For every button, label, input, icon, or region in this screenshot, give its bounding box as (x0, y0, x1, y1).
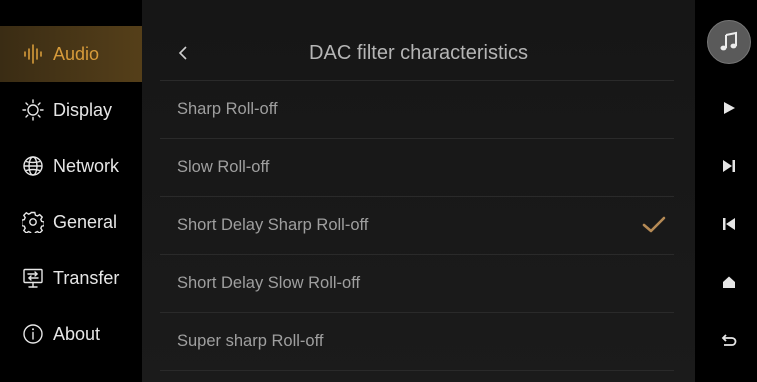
option-super-sharp-roll-off[interactable]: Super sharp Roll-off (160, 313, 674, 370)
settings-sidebar: Audio Display Network General Transfer A… (0, 0, 142, 382)
option-label: Sharp Roll-off (177, 100, 278, 118)
sidebar-item-transfer[interactable]: Transfer (0, 250, 142, 306)
playback-controls (695, 0, 757, 382)
option-label: Short Delay Slow Roll-off (177, 274, 361, 292)
settings-panel: DAC filter characteristics Sharp Roll-of… (142, 0, 695, 382)
sidebar-item-about[interactable]: About (0, 306, 142, 362)
option-label: Short Delay Sharp Roll-off (177, 216, 369, 234)
sidebar-item-label: Display (53, 99, 113, 120)
sidebar-item-general[interactable]: General (0, 194, 142, 250)
sidebar-item-label: Audio (53, 43, 100, 64)
option-label: Super sharp Roll-off (177, 332, 324, 350)
sidebar-item-label: About (53, 323, 101, 344)
chevron-left-icon[interactable] (172, 42, 194, 64)
panel-header: DAC filter characteristics (142, 26, 695, 82)
next-icon[interactable] (719, 156, 739, 176)
gear-icon (22, 211, 44, 233)
sidebar-item-network[interactable]: Network (0, 138, 142, 194)
checkmark-icon (642, 215, 666, 235)
music-note-icon[interactable] (707, 20, 751, 64)
audio-bars-icon (22, 43, 44, 65)
option-short-delay-slow-roll-off[interactable]: Short Delay Slow Roll-off (160, 255, 674, 312)
back-icon[interactable] (719, 330, 739, 350)
page-title: DAC filter characteristics (309, 42, 528, 64)
sun-icon (22, 99, 44, 121)
app-window: Audio Display Network General Transfer A… (0, 0, 757, 382)
sidebar-item-label: General (53, 211, 118, 232)
option-slow-roll-off[interactable]: Slow Roll-off (160, 139, 674, 196)
info-icon (22, 323, 44, 345)
option-sharp-roll-off[interactable]: Sharp Roll-off (160, 81, 674, 138)
sidebar-item-display[interactable]: Display (0, 82, 142, 138)
play-icon[interactable] (719, 98, 739, 118)
sidebar-item-label: Transfer (53, 267, 120, 288)
option-label: Slow Roll-off (177, 158, 270, 176)
previous-icon[interactable] (719, 214, 739, 234)
sidebar-item-label: Network (53, 155, 120, 176)
sidebar-item-audio[interactable]: Audio (0, 26, 142, 82)
home-icon[interactable] (719, 272, 739, 292)
option-short-delay-sharp-roll-off[interactable]: Short Delay Sharp Roll-off (160, 197, 674, 254)
divider (160, 370, 674, 371)
globe-icon (22, 155, 44, 177)
transfer-icon (22, 267, 44, 289)
